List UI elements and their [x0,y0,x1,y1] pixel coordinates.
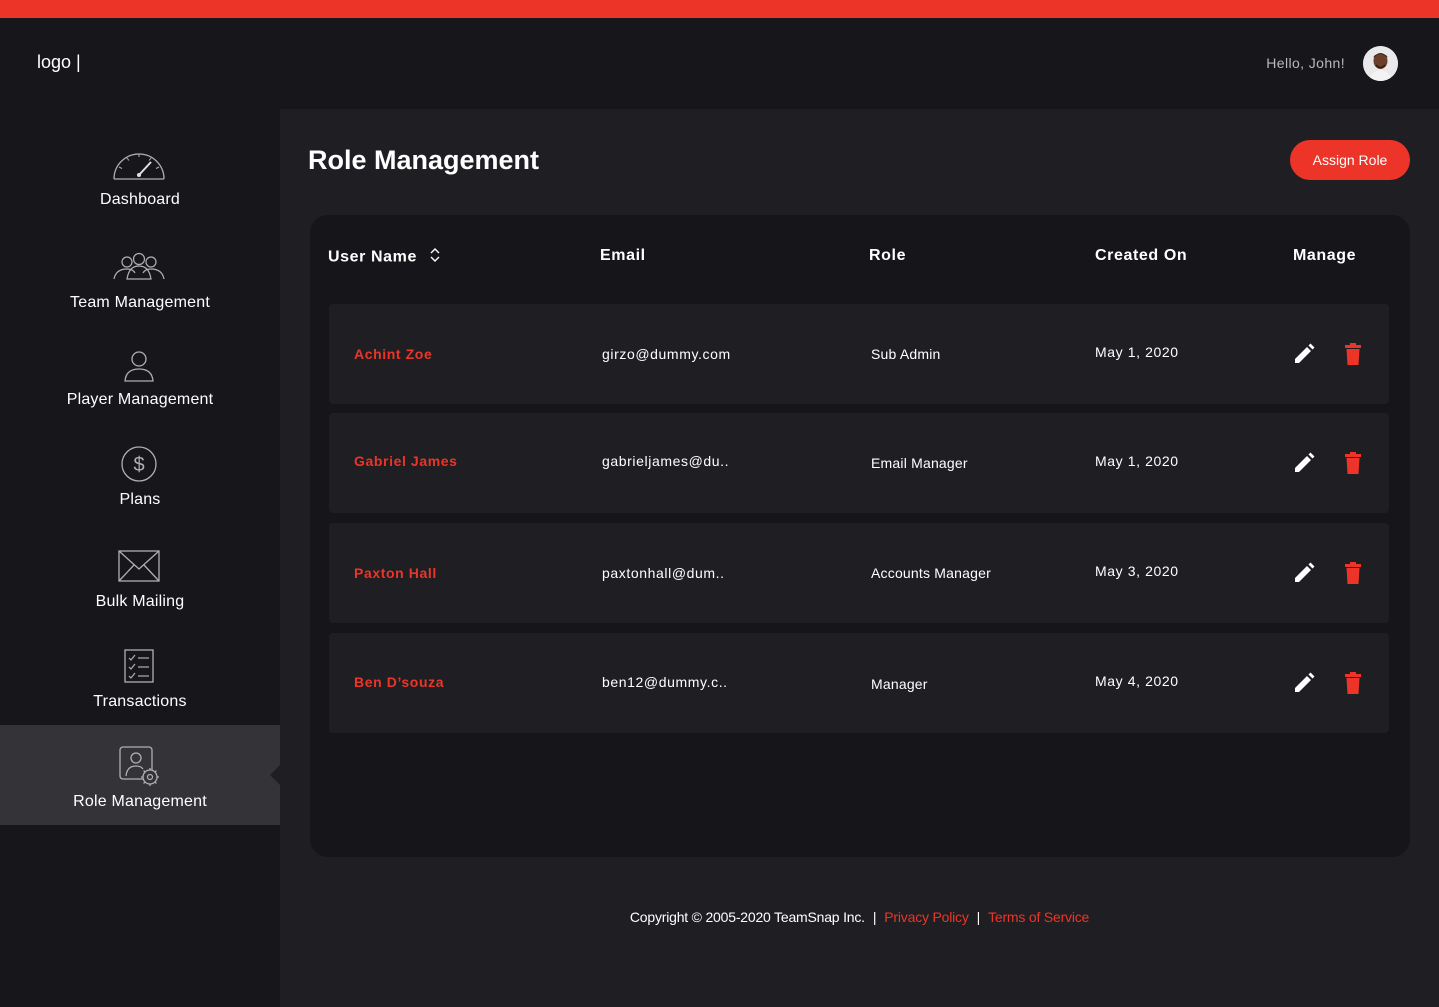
assign-role-button[interactable]: Assign Role [1290,140,1410,180]
terms-of-service-link[interactable]: Terms of Service [988,909,1089,925]
top-accent-bar [0,0,1439,18]
created-on: May 4, 2020 [1095,673,1179,689]
column-header-created-on: Created On [1095,247,1188,264]
avatar[interactable] [1363,46,1398,81]
user-email: ben12@dummy.c.. [602,674,728,690]
speedometer-icon [110,143,168,185]
user-name[interactable]: Ben D’souza [354,674,444,690]
sidebar-item-label: Transactions [93,693,187,710]
sidebar-item-transactions[interactable]: Transactions [0,633,280,733]
column-header-label: User Name [328,248,418,266]
sidebar-item-bulk-mailing[interactable]: Bulk Mailing [0,533,280,633]
delete-icon[interactable] [1341,561,1365,585]
dollar-icon: $ [110,443,168,485]
role-table: User Name Email Role Created On Manage A… [310,215,1410,857]
greeting-text: Hello, John! [1266,55,1345,71]
user-role: Accounts Manager [871,565,991,581]
user-role: Sub Admin [871,346,941,362]
sidebar-item-label: Dashboard [99,191,181,208]
sidebar-item-label: Bulk Mailing [95,593,185,610]
envelope-icon [110,545,168,587]
page-title: Role Management [308,145,540,175]
user-role: Email Manager [871,455,968,471]
user-email: girzo@dummy.com [602,346,731,362]
delete-icon[interactable] [1341,671,1365,695]
column-header-role: Role [869,247,907,264]
table-row: Gabriel James gabrieljames@du.. Email Ma… [329,413,1389,513]
sort-icon[interactable] [430,247,440,268]
table-row: Achint Zoe girzo@dummy.com Sub Admin May… [329,304,1389,404]
main-content: Role Management Assign Role User Name Em… [280,109,1439,1007]
table-row: Paxton Hall paxtonhall@dum.. Accounts Ma… [329,523,1389,623]
sidebar-item-team-management[interactable]: Team Management [0,234,280,334]
edit-icon[interactable] [1292,671,1316,695]
header: logo | Hello, John! [0,18,1439,109]
edit-icon[interactable] [1292,451,1316,475]
user-icon [110,345,168,387]
sidebar-item-label: Plans [119,491,161,508]
sidebar-item-label: Player Management [66,391,214,408]
user-role: Manager [871,676,928,692]
team-icon [110,246,168,288]
footer-separator: | [872,909,877,925]
user-name[interactable]: Gabriel James [354,453,458,469]
svg-text:$: $ [133,454,144,476]
footer-separator: | [976,909,981,925]
checklist-icon [110,645,168,687]
copyright-text: Copyright © 2005-2020 TeamSnap Inc. [629,909,865,925]
sidebar-item-role-management[interactable]: Role Management [0,725,280,825]
edit-icon[interactable] [1292,561,1316,585]
table-row: Ben D’souza ben12@dummy.c.. Manager May … [329,633,1389,733]
sidebar-item-plans[interactable]: $ Plans [0,431,280,531]
user-settings-icon [110,745,168,787]
user-email: paxtonhall@dum.. [602,565,725,581]
created-on: May 1, 2020 [1095,453,1179,469]
column-header-email: Email [600,247,646,264]
column-header-user-name[interactable]: User Name [328,247,440,268]
footer: Copyright © 2005-2020 TeamSnap Inc. | Priv… [280,909,1439,925]
sidebar-item-label: Team Management [70,294,210,311]
sidebar-item-dashboard[interactable]: Dashboard [0,131,280,231]
delete-icon[interactable] [1341,342,1365,366]
user-name[interactable]: Paxton Hall [354,565,437,581]
user-email: gabrieljames@du.. [602,453,730,469]
sidebar-item-label: Role Management [73,793,207,810]
logo[interactable]: logo | [37,52,81,73]
column-header-manage: Manage [1293,247,1357,264]
created-on: May 1, 2020 [1095,344,1179,360]
privacy-policy-link[interactable]: Privacy Policy [884,909,969,925]
user-name[interactable]: Achint Zoe [354,346,432,362]
sidebar: Dashboard Team Management Player Managem… [0,109,280,1007]
delete-icon[interactable] [1341,451,1365,475]
edit-icon[interactable] [1292,342,1316,366]
sidebar-item-player-management[interactable]: Player Management [0,331,280,431]
created-on: May 3, 2020 [1095,563,1179,579]
